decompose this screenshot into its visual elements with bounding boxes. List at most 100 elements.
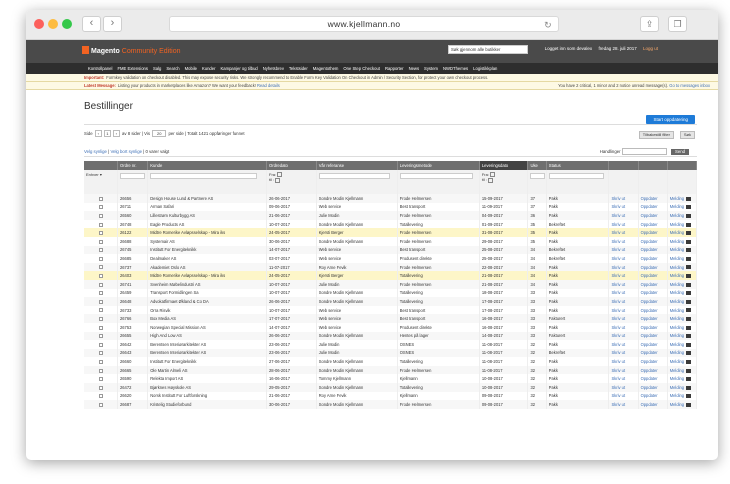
send-button[interactable]: Send (670, 149, 689, 155)
row-checkbox[interactable] (99, 265, 104, 270)
update-link[interactable]: Oppdater (641, 239, 658, 244)
menu-item[interactable]: System (424, 66, 438, 71)
menu-item[interactable]: Nyhetsbrev (263, 66, 284, 71)
minimize-window-button[interactable] (48, 19, 58, 29)
print-link[interactable]: Skriv ut (611, 230, 625, 235)
row-checkbox[interactable] (99, 308, 104, 313)
filter-order-input[interactable] (119, 173, 146, 179)
row-checkbox[interactable] (99, 291, 104, 296)
envelope-icon[interactable] (686, 248, 692, 253)
update-link[interactable]: Oppdater (641, 273, 658, 278)
message-link[interactable]: Melding (670, 316, 684, 321)
table-row[interactable]: 26687 Kristelig Studieforbund 30-06-2017 So… (84, 400, 698, 409)
row-checkbox[interactable] (99, 196, 104, 201)
envelope-icon[interactable] (686, 282, 692, 287)
print-link[interactable]: Skriv ut (611, 402, 625, 407)
select-visible-link[interactable]: Velg synlige (84, 149, 107, 154)
update-link[interactable]: Oppdater (641, 265, 658, 270)
table-row[interactable]: 26472 Bjørknes Høyskole AS 29-05-2017 Sondr… (84, 383, 698, 392)
column-header[interactable]: Status (546, 161, 610, 170)
message-link[interactable]: Melding (670, 333, 684, 338)
row-checkbox[interactable] (99, 325, 104, 330)
prev-page-button[interactable]: ‹ (94, 130, 102, 138)
update-link[interactable]: Oppdater (641, 308, 658, 313)
table-row[interactable]: 26655 High And Low AS 26-06-2017 Sondre Mod… (84, 331, 698, 341)
table-row[interactable]: 26748 Eagle Products AS 10-07-2017 Sondre M… (84, 219, 698, 229)
table-row[interactable]: 26753 Norwegian Special Mission AS 14-07-2… (84, 322, 698, 332)
filter-method-input[interactable] (399, 173, 473, 179)
page-number-input[interactable]: 1 (103, 130, 111, 138)
table-row[interactable]: 26560 Lillestrøm Kulturbygg AS 21-06-2017 J… (84, 211, 698, 220)
row-checkbox[interactable] (99, 299, 104, 304)
row-checkbox[interactable] (99, 282, 104, 287)
menu-item[interactable]: News (409, 66, 419, 71)
row-checkbox[interactable] (99, 385, 104, 390)
update-link[interactable]: Oppdater (641, 204, 658, 209)
envelope-icon[interactable] (686, 334, 692, 339)
table-row[interactable]: 26643 Berentsen Interiørarkitekter AS 23-0… (84, 348, 698, 358)
filter-cell-select[interactable]: Enhver ▾ (84, 170, 118, 194)
update-link[interactable]: Oppdater (641, 316, 658, 321)
column-header[interactable]: Leveringsdato (479, 161, 529, 170)
print-link[interactable]: Skriv ut (611, 368, 625, 373)
envelope-icon[interactable] (686, 377, 692, 382)
row-checkbox[interactable] (99, 239, 104, 244)
inbox-link[interactable]: Go to messages inbox (669, 83, 710, 88)
envelope-icon[interactable] (686, 394, 692, 399)
global-search-input[interactable]: Søk gjennom alle butikker (448, 45, 528, 54)
message-link[interactable]: Melding (670, 230, 684, 235)
update-link[interactable]: Oppdater (641, 196, 658, 201)
column-header[interactable]: Uke (527, 161, 547, 170)
update-link[interactable]: Oppdater (641, 290, 658, 295)
print-link[interactable]: Skriv ut (611, 256, 625, 261)
menu-item[interactable]: FME Extensions (117, 66, 148, 71)
column-header[interactable]: Ordre nr. (117, 161, 149, 170)
message-link[interactable]: Melding (670, 359, 684, 364)
maximize-window-button[interactable] (62, 19, 72, 29)
table-row[interactable]: 26741 Svenheim Møbelindustri AS 10-07-2017… (84, 279, 698, 289)
menu-item[interactable]: Search (166, 66, 179, 71)
message-link[interactable]: Melding (670, 342, 684, 347)
menu-item[interactable]: Magentothem (313, 66, 339, 71)
column-header[interactable]: Leveringsmetode (397, 161, 480, 170)
menu-item[interactable]: Kontrollpanel (88, 66, 112, 71)
next-page-button[interactable]: › (112, 130, 120, 138)
table-row[interactable]: 26665 Ole Martin Almeli AS 28-06-2017 Sondr… (84, 365, 698, 375)
filter-reference-input[interactable] (318, 173, 391, 179)
row-checkbox[interactable] (99, 248, 104, 253)
update-link[interactable]: Oppdater (641, 247, 658, 252)
table-row[interactable]: 26733 Orra Risvik 10-07-2017 Web service Bes… (84, 305, 698, 315)
row-checkbox[interactable] (99, 256, 104, 261)
table-row[interactable]: 26737 Akademiet Oslo AS 11-07-2017 Roy Arne… (84, 262, 698, 272)
tabs-button[interactable]: ❐ (668, 16, 687, 32)
envelope-icon[interactable] (686, 368, 692, 373)
envelope-icon[interactable] (686, 325, 692, 330)
update-link[interactable]: Oppdater (641, 213, 658, 218)
print-link[interactable]: Skriv ut (611, 265, 625, 270)
message-link[interactable]: Melding (670, 256, 684, 261)
message-link[interactable]: Melding (670, 222, 684, 227)
update-link[interactable]: Oppdater (641, 350, 658, 355)
row-checkbox[interactable] (99, 368, 104, 373)
actions-select[interactable] (621, 148, 667, 156)
column-header[interactable]: Kunde (147, 161, 268, 170)
print-link[interactable]: Skriv ut (611, 385, 625, 390)
reload-icon[interactable]: ↻ (544, 18, 552, 32)
print-link[interactable]: Skriv ut (611, 393, 625, 398)
message-link[interactable]: Melding (670, 213, 684, 218)
print-link[interactable]: Skriv ut (611, 247, 625, 252)
row-checkbox[interactable] (99, 402, 104, 407)
row-checkbox[interactable] (99, 231, 104, 236)
print-link[interactable]: Skriv ut (611, 290, 625, 295)
magento-logo[interactable]: Magento Community Edition (82, 46, 181, 55)
envelope-icon[interactable] (686, 213, 692, 218)
message-link[interactable]: Melding (670, 290, 684, 295)
table-row[interactable]: 26766 Box Media AS 17-07-2017 Web service Be… (84, 314, 698, 323)
print-link[interactable]: Skriv ut (611, 204, 625, 209)
row-checkbox[interactable] (99, 274, 104, 279)
envelope-icon[interactable] (686, 317, 692, 322)
print-link[interactable]: Skriv ut (611, 299, 625, 304)
envelope-icon[interactable] (686, 385, 692, 390)
filter-week-input[interactable] (530, 173, 545, 179)
table-row[interactable]: 26590 Relektа Import AS 16-06-2017 Tommy Kj… (84, 374, 698, 384)
